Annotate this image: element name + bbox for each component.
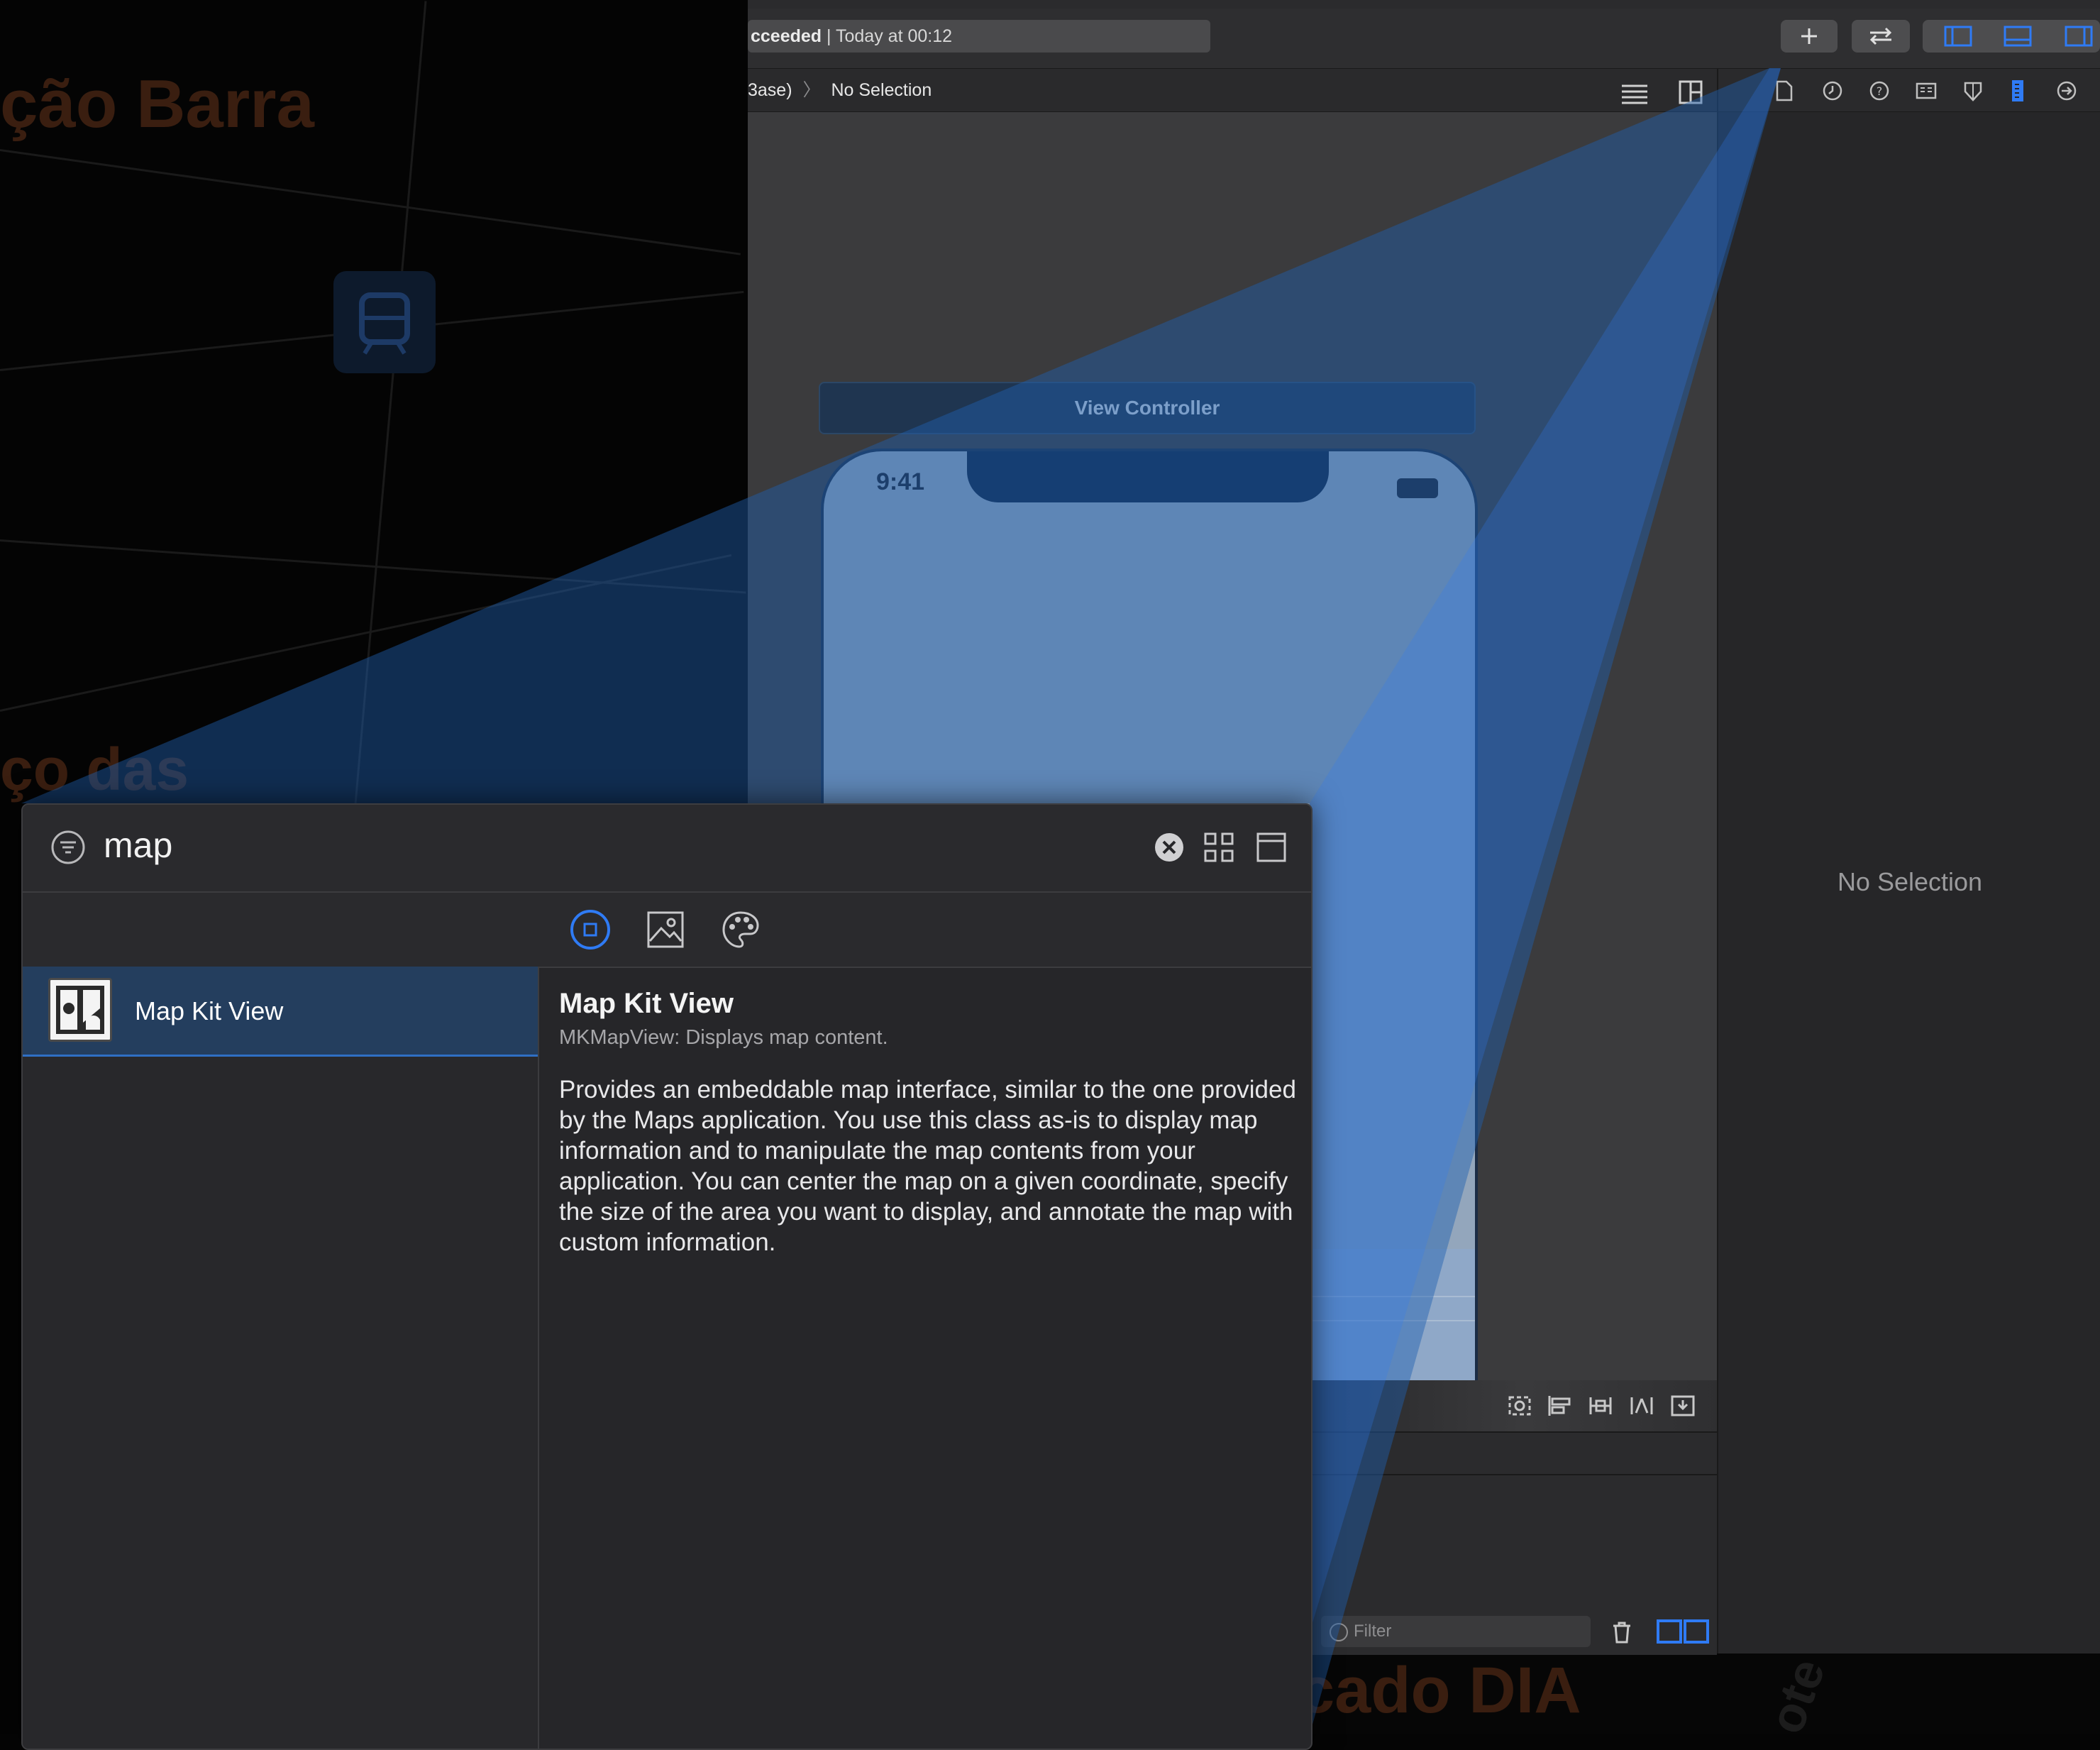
code-review-button[interactable] [1852,20,1910,53]
connections-inspector-icon[interactable] [2056,80,2077,105]
inspector-toggle-icon[interactable] [2065,26,2093,50]
clear-search-icon[interactable] [1154,832,1185,866]
map-kit-view-icon [48,978,112,1042]
status-bar-time: 9:41 [876,468,925,495]
filter-placeholder: Filter [1354,1622,1392,1641]
breadcrumb-storyboard[interactable]: 3ase) [748,80,792,100]
trash-icon[interactable] [1610,1620,1633,1648]
library-category-tabs [23,893,1311,968]
build-time: | Today at 00:12 [827,26,953,46]
scene-title-bar[interactable]: View Controller [819,382,1476,434]
add-constraints-icon[interactable] [1588,1394,1613,1421]
history-inspector-icon[interactable] [1822,80,1843,105]
activity-status: cceeded | Today at 00:12 [748,20,1210,53]
library-results-list: Map Kit View [23,967,539,1749]
attributes-inspector-icon[interactable] [1962,79,1984,106]
file-inspector-icon[interactable] [1775,80,1794,105]
library-button[interactable] [1781,20,1838,53]
inspector-empty-label: No Selection [1837,867,1983,896]
jump-bar: 3ase) 〉 No Selection [748,69,1717,112]
map-road [0,149,741,255]
swap-arrows-icon [1866,26,1896,47]
colors-tab-icon[interactable] [721,910,761,953]
identity-inspector-icon[interactable] [1916,80,1937,105]
map-label-barra: ção Barra [0,66,314,142]
toolbar: cceeded | Today at 00:12 [748,9,2100,69]
breadcrumb-separator-icon: 〉 [802,80,821,100]
battery-icon [1397,478,1438,498]
objects-tab-icon[interactable] [569,908,612,954]
navigator-toggle-icon[interactable] [1944,26,1972,50]
svg-text:?: ? [1877,84,1883,98]
inspector-tabs: ? [1718,69,2100,112]
embed-in-icon[interactable] [1670,1394,1696,1421]
media-tab-icon[interactable] [646,910,685,953]
device-notch [967,451,1329,502]
library-item-label: Map Kit View [135,996,284,1025]
library-search-input[interactable]: map [104,825,172,866]
build-status: cceeded [751,26,822,46]
grid-view-icon[interactable] [1203,832,1234,866]
breadcrumb-current[interactable]: No Selection [831,80,932,100]
quick-help-icon[interactable]: ? [1869,80,1890,105]
train-station-icon [333,271,436,373]
align-icon[interactable] [1547,1394,1572,1421]
detail-view-icon[interactable] [1256,832,1287,866]
console-filter-input[interactable]: Filter [1321,1616,1591,1647]
background-map-bottom: cado DIA ote [1298,1653,2100,1734]
inspector-pane: ? No Selection [1717,69,2100,1653]
filter-menu-icon[interactable] [50,829,87,869]
library-item-detail: Map Kit View MKMapView: Displays map con… [539,967,1311,1749]
size-inspector-icon[interactable] [2009,79,2026,106]
map-label-paco: ço das [0,736,189,803]
layout-toggle-group [1923,20,2100,53]
update-frames-icon[interactable] [1507,1394,1532,1421]
split-console-icon[interactable] [1656,1619,1710,1648]
map-road [350,1,427,850]
filter-icon [1330,1622,1348,1641]
library-search-bar: map [23,805,1311,893]
resolve-issues-icon[interactable] [1629,1394,1654,1421]
detail-subtitle: MKMapView: Displays map content. [559,1026,888,1049]
map-label-partial: ote [1757,1653,1836,1734]
map-label-mercado: cado DIA [1298,1654,1581,1727]
detail-description: Provides an embeddable map interface, si… [559,1076,1296,1256]
plus-icon [1798,26,1820,47]
object-library-popover: map Map Kit View Map Kit View MKMapView:… [21,803,1312,1750]
library-item-map-kit-view[interactable]: Map Kit View [23,967,538,1057]
detail-title: Map Kit View [559,988,734,1019]
debug-area-toggle-icon[interactable] [2004,26,2032,50]
